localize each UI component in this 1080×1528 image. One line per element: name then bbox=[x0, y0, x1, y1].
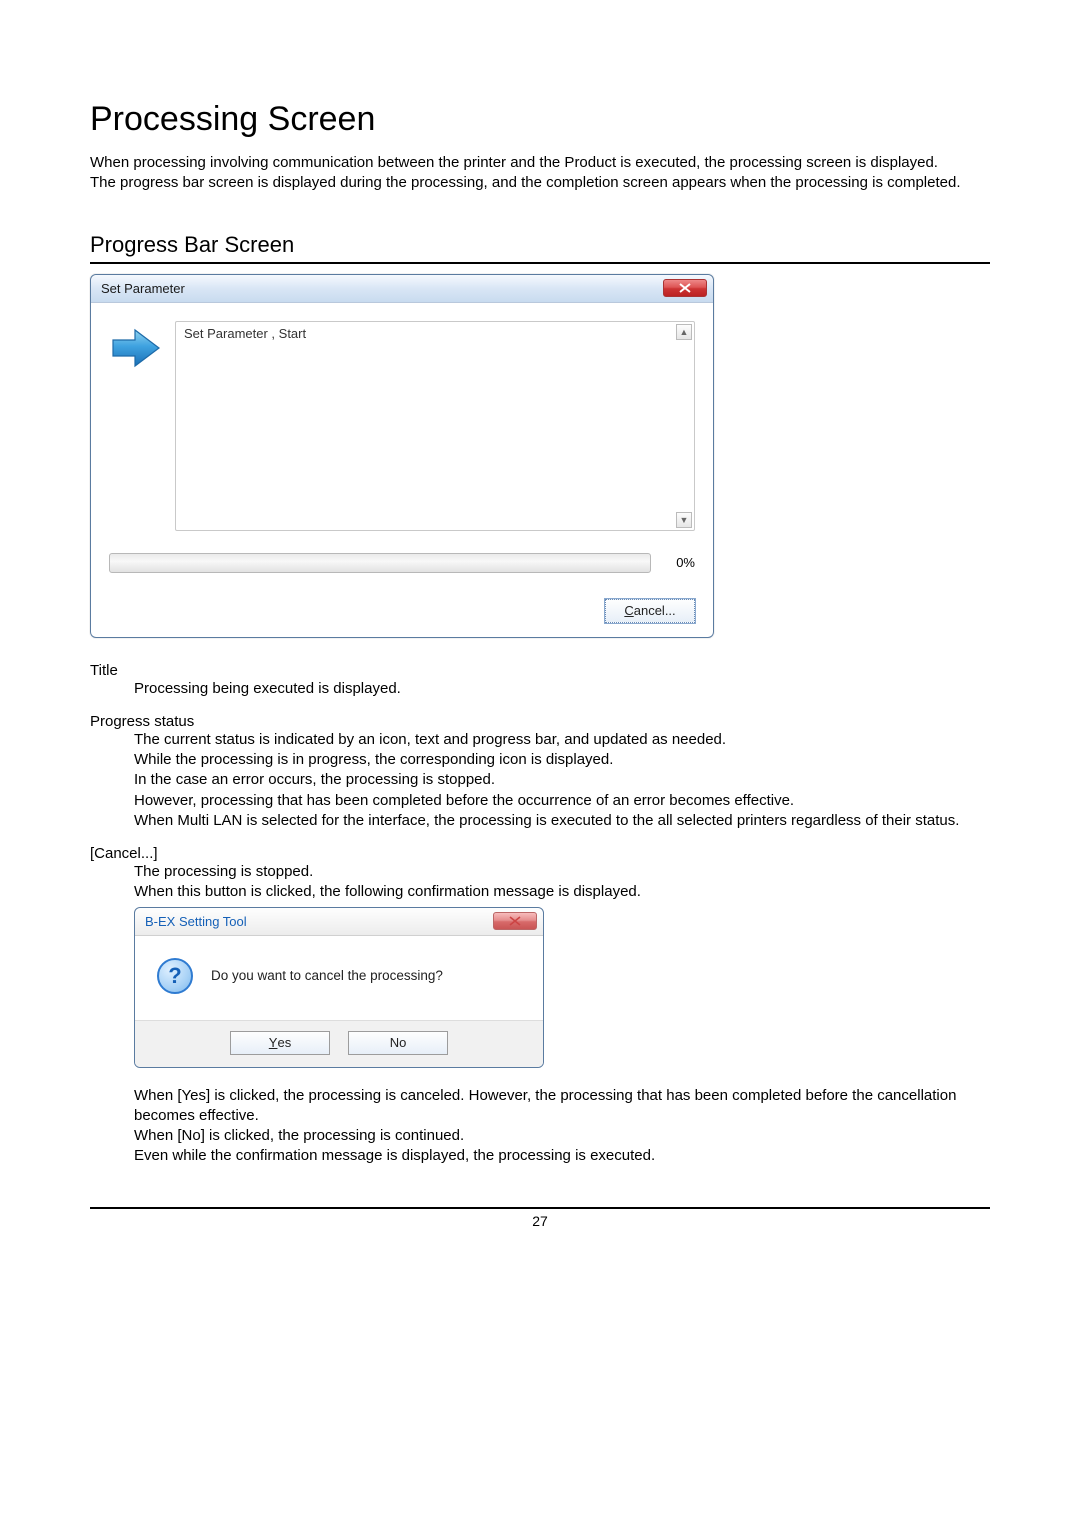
confirm-message: Do you want to cancel the processing? bbox=[211, 968, 443, 983]
term-line: The current status is indicated by an ic… bbox=[134, 730, 990, 750]
progress-percent: 0% bbox=[665, 555, 695, 570]
confirm-dialog: B-EX Setting Tool ? Do you want to cance… bbox=[134, 907, 544, 1068]
term-cancel: [Cancel...] The processing is stopped. W… bbox=[90, 845, 990, 903]
after-line: Even while the confirmation message is d… bbox=[134, 1146, 990, 1166]
term-line: When this button is clicked, the followi… bbox=[134, 882, 990, 902]
dialog-title: Set Parameter bbox=[101, 281, 185, 296]
intro-line: When processing involving communication … bbox=[90, 153, 990, 173]
after-line: When [Yes] is clicked, the processing is… bbox=[134, 1086, 990, 1127]
intro-line: The progress bar screen is displayed dur… bbox=[90, 173, 990, 193]
after-confirm-block: When [Yes] is clicked, the processing is… bbox=[90, 1086, 990, 1167]
footer-rule bbox=[90, 1207, 990, 1209]
scroll-up-icon[interactable]: ▲ bbox=[676, 324, 692, 340]
term-label: [Cancel...] bbox=[90, 845, 990, 862]
term-title: Title Processing being executed is displ… bbox=[90, 662, 990, 699]
after-line: When [No] is clicked, the processing is … bbox=[134, 1126, 990, 1146]
progress-dialog: Set Parameter Set Par bbox=[90, 274, 714, 638]
term-line: In the case an error occurs, the process… bbox=[134, 770, 990, 790]
dialog-titlebar: B-EX Setting Tool bbox=[135, 908, 543, 936]
question-icon: ? bbox=[157, 958, 193, 994]
term-line: When Multi LAN is selected for the inter… bbox=[134, 811, 990, 831]
term-line: The processing is stopped. bbox=[134, 862, 990, 882]
page-title: Processing Screen bbox=[90, 100, 990, 139]
dialog-titlebar: Set Parameter bbox=[91, 275, 713, 303]
term-label: Title bbox=[90, 662, 990, 679]
dialog-title: B-EX Setting Tool bbox=[145, 914, 247, 929]
term-line: Processing being executed is displayed. bbox=[134, 679, 990, 699]
close-icon[interactable] bbox=[493, 912, 537, 930]
arrow-right-icon bbox=[109, 321, 163, 375]
yes-button[interactable]: YesYes bbox=[230, 1031, 330, 1055]
term-label: Progress status bbox=[90, 713, 990, 730]
section-heading: Progress Bar Screen bbox=[90, 232, 990, 264]
progress-bar bbox=[109, 553, 651, 573]
scroll-down-icon[interactable]: ▼ bbox=[676, 512, 692, 528]
term-line: However, processing that has been comple… bbox=[134, 791, 990, 811]
cancel-button[interactable]: CCancel...ancel... bbox=[605, 599, 695, 623]
page-number: 27 bbox=[90, 1213, 990, 1229]
intro-block: When processing involving communication … bbox=[90, 153, 990, 194]
log-line: Set Parameter , Start bbox=[184, 326, 306, 341]
log-textarea: Set Parameter , Start ▲ ▼ bbox=[175, 321, 695, 531]
no-button[interactable]: No bbox=[348, 1031, 448, 1055]
close-icon[interactable] bbox=[663, 279, 707, 297]
term-status: Progress status The current status is in… bbox=[90, 713, 990, 831]
term-line: While the processing is in progress, the… bbox=[134, 750, 990, 770]
